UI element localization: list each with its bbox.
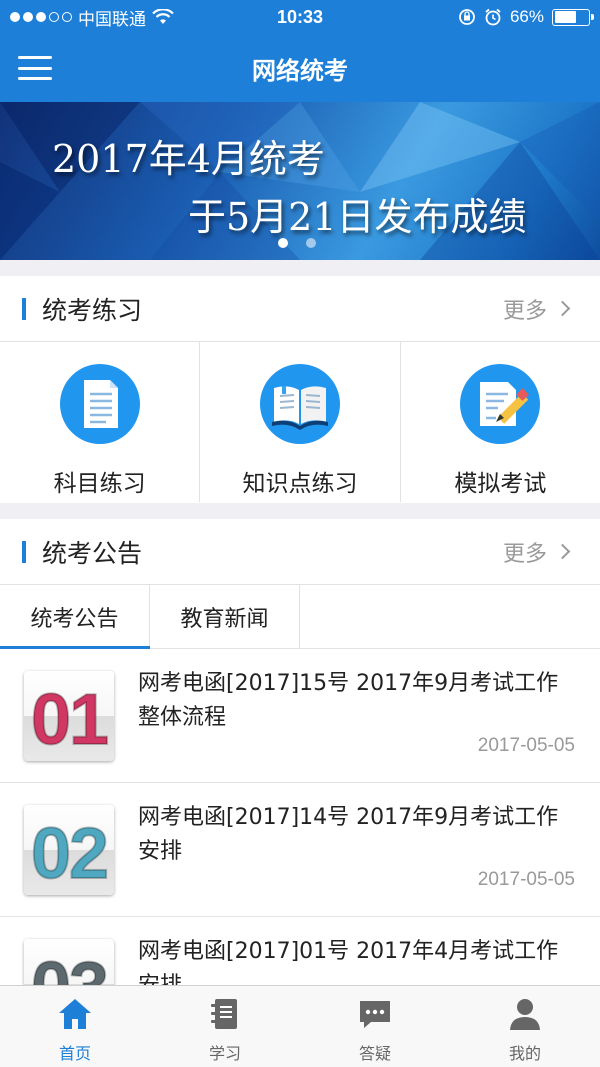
notebook-icon <box>211 999 237 1029</box>
tab-label: 首页 <box>58 1044 91 1063</box>
wifi-icon <box>152 9 174 24</box>
practice-more-link[interactable]: 更多 <box>502 293 571 325</box>
notices-section: 统考公告 更多 统考公告 教育新闻 01 网考电函[2017]15号 2017年… <box>0 519 600 985</box>
number-tile: 01 <box>24 671 114 761</box>
alarm-icon <box>485 8 501 26</box>
open-book-icon <box>259 364 340 444</box>
pencil-paper-icon <box>460 364 541 444</box>
tab-label: 我的 <box>508 1044 541 1063</box>
home-icon <box>59 999 91 1029</box>
tab-qa[interactable]: 答疑 <box>300 986 450 1067</box>
more-label: 更多 <box>502 541 547 567</box>
section-accent-bar <box>22 298 26 320</box>
menu-button[interactable] <box>18 56 52 80</box>
orientation-lock-icon <box>459 9 475 25</box>
number-tile: 03 <box>24 939 114 985</box>
tab-profile[interactable]: 我的 <box>450 986 600 1067</box>
mock-exam-button[interactable]: 模拟考试 <box>401 342 600 502</box>
number-tile: 02 <box>24 805 114 895</box>
banner-carousel[interactable]: 2017年4月统考 于5月21日发布成绩 <box>0 102 600 260</box>
practice-section-header: 统考练习 更多 <box>0 276 600 342</box>
pager-dot[interactable] <box>306 238 316 248</box>
status-time: 10:33 <box>276 6 324 27</box>
battery-percent: 66% <box>509 7 544 26</box>
chat-bubble-icon <box>360 1001 390 1028</box>
banner-headline-2: 于5月21日发布成绩 <box>188 195 527 239</box>
notice-date: 2017-05-05 <box>477 869 575 890</box>
navbar: 网络统考 <box>0 34 600 102</box>
notices-section-header: 统考公告 更多 <box>0 519 600 585</box>
practice-grid: 科目练习 知识点练习 模拟考试 <box>0 342 600 502</box>
list-item[interactable]: 02 网考电函[2017]14号 2017年9月考试工作安排 2017-05-0… <box>0 783 600 917</box>
knowledge-practice-button[interactable]: 知识点练习 <box>200 342 401 502</box>
document-icon <box>59 364 140 444</box>
notices-more-link[interactable]: 更多 <box>502 536 571 568</box>
number-tile-digits: 03 <box>24 947 114 985</box>
practice-section: 统考练习 更多 科目练习 知识点练习 模拟考试 <box>0 276 600 503</box>
signal-strength-icon <box>10 12 72 22</box>
practice-label: 知识点练习 <box>242 471 358 497</box>
notice-date: 2017-05-05 <box>477 735 575 756</box>
tab-education-news[interactable]: 教育新闻 <box>150 585 300 648</box>
tab-exam-notices[interactable]: 统考公告 <box>0 585 150 649</box>
banner-headline-1: 2017年4月统考 <box>52 137 325 181</box>
notice-tabs: 统考公告 教育新闻 <box>0 585 600 649</box>
chevron-right-icon <box>554 543 571 560</box>
tab-home[interactable]: 首页 <box>0 986 150 1067</box>
notice-title: 网考电函[2017]01号 2017年4月考试工作安排 <box>138 939 559 985</box>
section-accent-bar <box>22 541 26 563</box>
chevron-right-icon <box>554 300 571 317</box>
carousel-pager <box>278 238 316 248</box>
page-title: 网络统考 <box>252 56 348 85</box>
bottom-tab-bar: 首页 学习 答疑 我的 <box>0 985 600 1067</box>
practice-label: 模拟考试 <box>454 471 547 497</box>
number-tile-digits: 02 <box>30 813 110 895</box>
user-icon <box>510 999 540 1030</box>
status-bar: 中国联通 10:33 66% <box>0 0 600 34</box>
notice-title: 网考电函[2017]15号 2017年9月考试工作整体流程 <box>138 671 559 730</box>
app-header: 中国联通 10:33 66% 网络统考 <box>0 0 600 102</box>
section-title: 统考练习 <box>42 295 143 325</box>
section-title: 统考公告 <box>42 538 143 568</box>
carrier-name: 中国联通 <box>78 9 146 29</box>
practice-label: 科目练习 <box>53 471 146 497</box>
tab-label: 答疑 <box>358 1044 391 1063</box>
more-label: 更多 <box>502 298 547 324</box>
pager-dot-active[interactable] <box>278 238 288 248</box>
number-tile-digits: 01 <box>30 679 110 761</box>
tab-study[interactable]: 学习 <box>150 986 300 1067</box>
subject-practice-button[interactable]: 科目练习 <box>0 342 201 502</box>
list-item[interactable]: 01 网考电函[2017]15号 2017年9月考试工作整体流程 2017-05… <box>0 649 600 783</box>
battery-icon <box>552 8 594 26</box>
tab-label: 学习 <box>208 1044 241 1063</box>
notice-title: 网考电函[2017]14号 2017年9月考试工作安排 <box>138 805 559 864</box>
list-item[interactable]: 03 网考电函[2017]01号 2017年4月考试工作安排 <box>0 917 600 985</box>
